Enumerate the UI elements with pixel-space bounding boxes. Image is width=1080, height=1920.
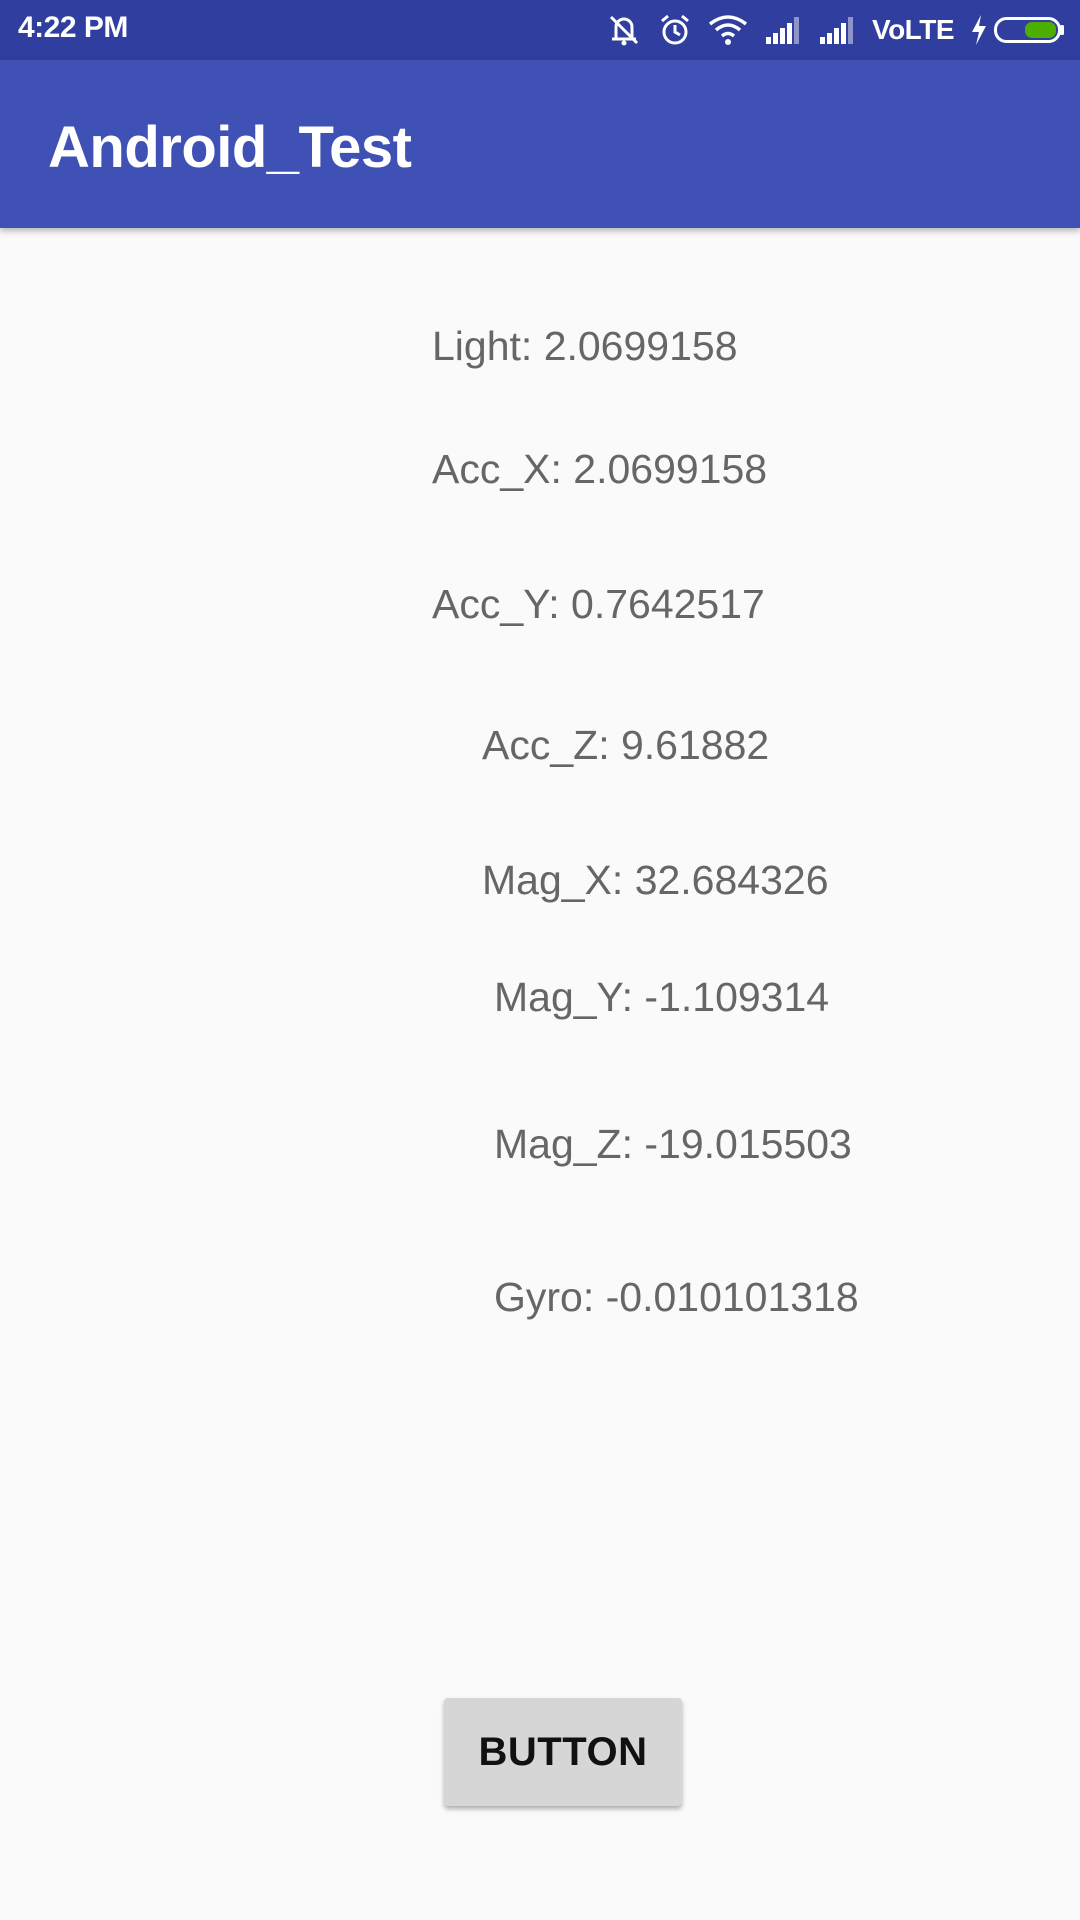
action-button[interactable]: BUTTON [444, 1698, 682, 1806]
signal-icon [818, 15, 856, 45]
battery-icon [994, 15, 1066, 45]
wifi-icon [708, 14, 748, 46]
alarm-icon [658, 13, 692, 47]
status-time: 4:22 PM [18, 11, 128, 44]
network-label: VoLTE [871, 14, 955, 45]
acc-y-reading: Acc_Y: 0.7642517 [432, 581, 765, 627]
gyro-reading: Gyro: -0.010101318 [494, 1274, 859, 1320]
acc-x-reading: Acc_X: 2.0699158 [432, 446, 768, 492]
status-icons: VoLTE [590, 0, 1066, 60]
light-reading: Light: 2.0699158 [432, 323, 738, 369]
mag-y-reading: Mag_Y: -1.109314 [494, 974, 830, 1020]
vibrate-off-icon [606, 13, 642, 47]
mag-z-reading: Mag_Z: -19.015503 [494, 1121, 852, 1167]
app-title: Android_Test [48, 115, 412, 180]
mag-x-reading: Mag_X: 32.684326 [482, 857, 829, 903]
charging-icon [970, 14, 988, 46]
signal-icon [764, 15, 802, 45]
app-bar: Android_Test [0, 60, 1080, 228]
battery-level [1025, 22, 1056, 38]
acc-z-reading: Acc_Z: 9.61882 [482, 722, 770, 768]
status-bar: 4:22 PM VoLTE [0, 0, 1080, 60]
